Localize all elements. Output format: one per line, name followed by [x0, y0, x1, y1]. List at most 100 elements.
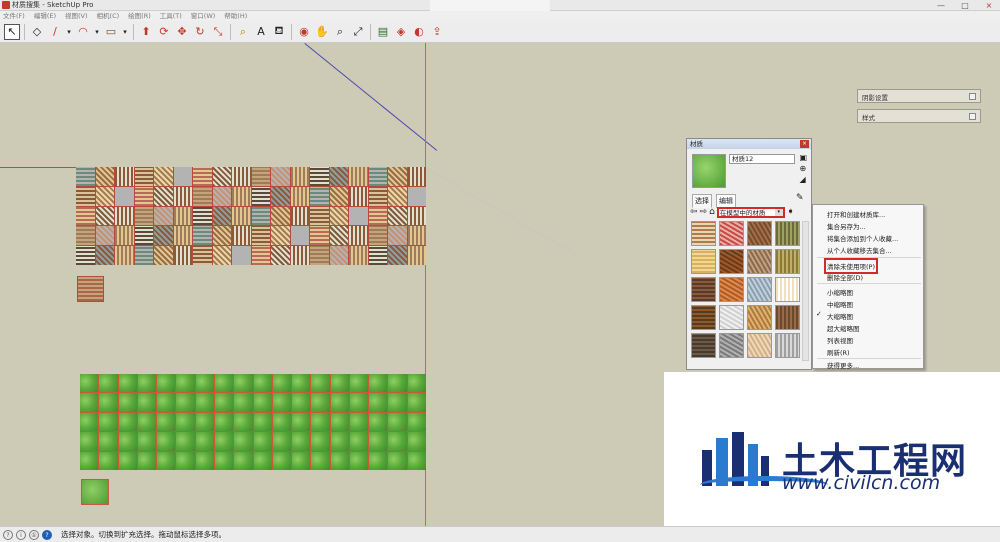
grass-swatch[interactable]	[272, 374, 292, 393]
texture-swatch[interactable]	[310, 246, 329, 265]
texture-swatch[interactable]	[349, 186, 368, 206]
rotate-icon[interactable]: ↻	[192, 24, 208, 40]
grass-swatch[interactable]	[369, 393, 388, 412]
texture-swatch[interactable]	[232, 206, 251, 226]
grass-swatch[interactable]	[349, 412, 369, 432]
grass-swatch[interactable]	[99, 412, 118, 432]
tape-measure-icon[interactable]: ⌕	[235, 24, 251, 40]
zoom-icon[interactable]: ⌕	[332, 24, 348, 40]
grass-swatch[interactable]	[311, 432, 330, 451]
texture-swatch[interactable]	[193, 167, 212, 186]
menu-file[interactable]: 文件(F)	[3, 11, 25, 21]
grass-swatch[interactable]	[80, 374, 99, 393]
texture-swatch[interactable]	[329, 226, 348, 246]
grass-swatch[interactable]	[118, 432, 137, 451]
texture-swatch[interactable]	[271, 186, 290, 206]
material-name-field[interactable]: 材质12	[729, 154, 795, 164]
grass-swatch[interactable]	[118, 451, 137, 470]
shadow-settings-panel[interactable]: 阴影设置	[857, 89, 981, 103]
texture-swatch[interactable]	[154, 226, 173, 246]
texture-swatch[interactable]	[76, 206, 95, 226]
texture-swatch[interactable]	[232, 246, 251, 265]
material-swatch[interactable]	[775, 221, 800, 246]
default-material-icon[interactable]: ◢	[799, 175, 807, 184]
menu-item-delete-all[interactable]: 删除全部(D)	[827, 272, 863, 282]
grass-swatch[interactable]	[195, 412, 214, 432]
menu-item-refresh[interactable]: 刷新(R)	[827, 347, 850, 357]
texture-swatch[interactable]	[212, 186, 231, 206]
texture-swatch[interactable]	[368, 206, 387, 226]
menu-item-remove-favorites[interactable]: 从个人收藏移去集合...	[827, 245, 892, 255]
texture-swatch[interactable]	[134, 167, 153, 186]
components-icon[interactable]: ▤	[375, 24, 391, 40]
forward-arrow-icon[interactable]: ⇨	[700, 207, 708, 217]
grass-swatch[interactable]	[99, 432, 118, 451]
grass-swatch[interactable]	[292, 451, 311, 470]
texture-swatch[interactable]	[329, 167, 348, 186]
texture-swatch[interactable]	[212, 226, 231, 246]
grass-swatch[interactable]	[292, 412, 311, 432]
texture-swatch[interactable]	[173, 186, 192, 206]
grass-swatch[interactable]	[272, 432, 292, 451]
texture-swatch[interactable]	[134, 186, 153, 206]
texture-swatch[interactable]	[173, 206, 192, 226]
menu-item-small-thumbnails[interactable]: 小缩略图	[827, 287, 853, 297]
chevron-down-icon[interactable]: ▾	[65, 24, 73, 40]
texture-swatch[interactable]	[388, 206, 407, 226]
grass-swatch[interactable]	[407, 432, 426, 451]
grass-swatch[interactable]	[388, 432, 407, 451]
grass-swatch[interactable]	[195, 432, 214, 451]
grass-swatch[interactable]	[214, 393, 234, 412]
pencil-icon[interactable]: /	[47, 24, 63, 40]
texture-swatch[interactable]	[271, 226, 290, 246]
grass-swatch[interactable]	[176, 432, 195, 451]
texture-swatch[interactable]	[368, 226, 387, 246]
grass-swatch[interactable]	[157, 412, 176, 432]
texture-swatch[interactable]	[212, 246, 231, 265]
material-swatch[interactable]	[691, 305, 716, 330]
grass-swatch[interactable]	[388, 374, 407, 393]
material-swatch[interactable]	[747, 333, 772, 358]
minimize-button[interactable]: —	[934, 0, 948, 11]
grass-swatch[interactable]	[330, 412, 349, 432]
grass-swatch[interactable]	[157, 451, 176, 470]
texture-swatch[interactable]	[349, 167, 368, 186]
texture-swatch[interactable]	[193, 226, 212, 246]
grass-swatch[interactable]	[369, 374, 388, 393]
grass-swatch[interactable]	[176, 451, 195, 470]
grass-swatch[interactable]	[292, 393, 311, 412]
chevron-down-icon[interactable]: ▾	[93, 24, 101, 40]
texture-swatch[interactable]	[310, 206, 329, 226]
material-swatch[interactable]	[691, 333, 716, 358]
styles-icon[interactable]: ◐	[411, 24, 427, 40]
grass-swatch[interactable]	[137, 393, 157, 412]
grass-swatch[interactable]	[388, 451, 407, 470]
texture-swatch[interactable]	[349, 246, 368, 265]
grass-swatch[interactable]	[407, 412, 426, 432]
text-icon[interactable]: A	[253, 24, 269, 40]
grass-swatch[interactable]	[80, 451, 99, 470]
grass-swatch[interactable]	[137, 451, 157, 470]
texture-swatch[interactable]	[76, 167, 95, 186]
texture-swatch[interactable]	[173, 246, 192, 265]
texture-swatch[interactable]	[388, 186, 407, 206]
texture-swatch[interactable]	[388, 246, 407, 265]
texture-swatch[interactable]	[271, 167, 290, 186]
material-swatch[interactable]	[719, 277, 744, 302]
menu-view[interactable]: 视图(V)	[65, 11, 88, 21]
texture-swatch[interactable]	[95, 206, 114, 226]
texture-swatch[interactable]	[290, 246, 309, 265]
texture-swatch[interactable]	[368, 246, 387, 265]
menu-item-xlarge-thumbnails[interactable]: 超大缩略图	[827, 323, 860, 333]
grass-swatch[interactable]	[80, 432, 99, 451]
rectangle-icon[interactable]: ▭	[103, 24, 119, 40]
grass-swatch[interactable]	[195, 374, 214, 393]
texture-swatch[interactable]	[407, 246, 426, 265]
grass-swatch[interactable]	[137, 432, 157, 451]
push-pull-icon[interactable]: ⬆	[138, 24, 154, 40]
grass-texture-tile[interactable]	[81, 479, 109, 505]
maximize-button[interactable]: □	[958, 0, 972, 11]
texture-swatch[interactable]	[115, 226, 134, 246]
material-swatch[interactable]	[775, 305, 800, 330]
grass-swatch[interactable]	[118, 412, 137, 432]
